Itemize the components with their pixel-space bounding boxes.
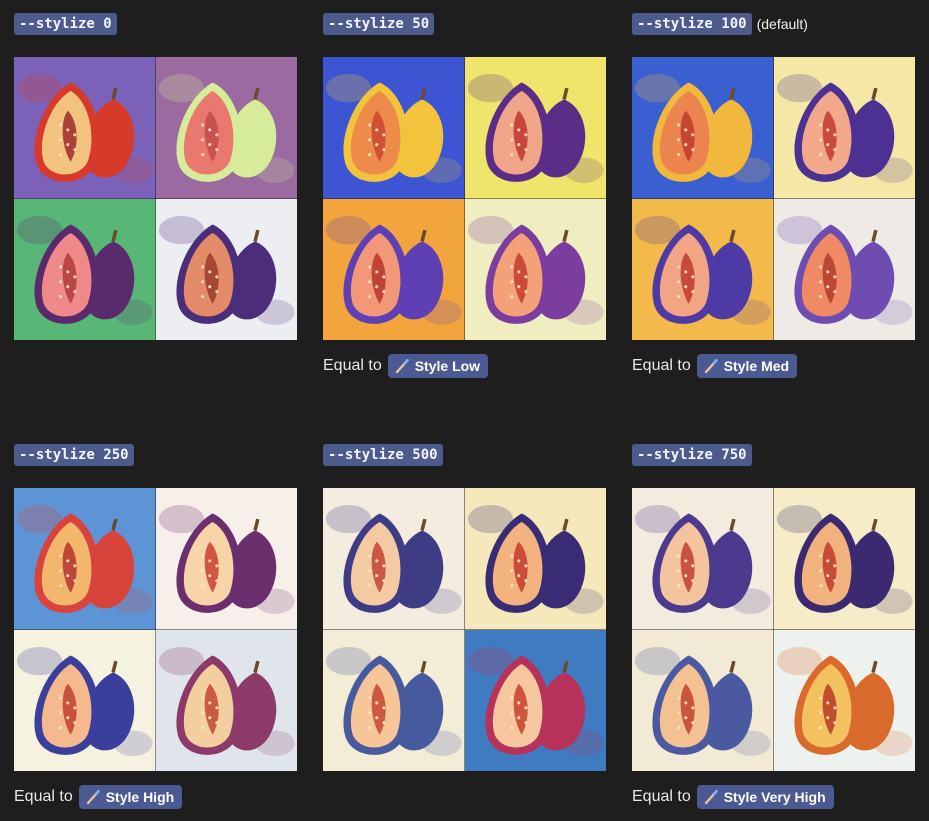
fig-image-3[interactable] <box>323 198 465 340</box>
equivalence-row: Equal to Style High <box>14 784 297 810</box>
fig-image-2[interactable] <box>155 488 297 630</box>
style-button-label: Style Very High <box>723 789 826 805</box>
stylize-param-code: --stylize 750 <box>632 444 752 466</box>
fig-image-3[interactable] <box>14 629 156 771</box>
fig-image-3[interactable] <box>632 629 774 771</box>
fig-image-3[interactable] <box>14 198 156 340</box>
fig-image-4[interactable] <box>464 198 606 340</box>
fig-image-2[interactable] <box>464 57 606 199</box>
panel-header: --stylize 250 <box>14 444 297 466</box>
panel-header: --stylize 100 (default) <box>632 13 915 35</box>
stylize-param-code: --stylize 0 <box>14 13 117 35</box>
default-note: (default) <box>756 16 808 32</box>
fig-image-1[interactable] <box>632 488 774 630</box>
fig-image-1[interactable] <box>14 488 156 630</box>
style-high-button[interactable]: Style High <box>78 785 183 809</box>
fig-image-1[interactable] <box>323 488 465 630</box>
equivalence-row: Equal to Style Low <box>323 353 606 379</box>
magic-wand-icon <box>703 789 719 805</box>
panel-header: --stylize 750 <box>632 444 915 466</box>
fig-image-2[interactable] <box>773 488 915 630</box>
fig-image-3[interactable] <box>323 629 465 771</box>
stylize-param-code: --stylize 50 <box>323 13 435 35</box>
fig-image-1[interactable] <box>14 57 156 199</box>
fig-image-4[interactable] <box>773 198 915 340</box>
stylize-param-code: --stylize 100 <box>632 13 752 35</box>
magic-wand-icon <box>703 358 719 374</box>
style-med-button[interactable]: Style Med <box>696 354 798 378</box>
image-grid[interactable] <box>323 488 606 771</box>
equivalence-row: Equal to Style Med <box>632 353 915 379</box>
style-low-button[interactable]: Style Low <box>387 354 489 378</box>
panel-stylize-100: --stylize 100 (default) Equal to Style M… <box>632 13 915 379</box>
fig-image-4[interactable] <box>155 198 297 340</box>
image-grid[interactable] <box>14 488 297 771</box>
panel-header: --stylize 50 <box>323 13 606 35</box>
fig-image-4[interactable] <box>773 629 915 771</box>
panel-stylize-250: --stylize 250 Equal to Style High <box>14 444 297 810</box>
panel-stylize-0: --stylize 0 <box>14 13 297 340</box>
panel-stylize-750: --stylize 750 Equal to Style Very High <box>632 444 915 810</box>
style-button-label: Style Low <box>414 358 481 374</box>
equal-to-label: Equal to <box>14 788 73 805</box>
style-very-high-button[interactable]: Style Very High <box>696 785 834 809</box>
image-grid[interactable] <box>632 488 915 771</box>
panel-stylize-50: --stylize 50 Equal to Style Low <box>323 13 606 379</box>
fig-image-1[interactable] <box>632 57 774 199</box>
equal-to-label: Equal to <box>323 357 382 374</box>
magic-wand-icon <box>85 789 101 805</box>
image-grid[interactable] <box>632 57 915 340</box>
fig-image-3[interactable] <box>632 198 774 340</box>
fig-image-4[interactable] <box>464 629 606 771</box>
equal-to-label: Equal to <box>632 788 691 805</box>
equal-to-label: Equal to <box>632 357 691 374</box>
style-button-label: Style Med <box>723 358 790 374</box>
panel-header: --stylize 500 <box>323 444 606 466</box>
panel-header: --stylize 0 <box>14 13 297 35</box>
fig-image-2[interactable] <box>464 488 606 630</box>
magic-wand-icon <box>394 358 410 374</box>
fig-image-2[interactable] <box>773 57 915 199</box>
image-grid[interactable] <box>323 57 606 340</box>
stylize-param-code: --stylize 500 <box>323 444 443 466</box>
fig-image-2[interactable] <box>155 57 297 199</box>
style-button-label: Style High <box>105 789 175 805</box>
panel-stylize-500: --stylize 500 <box>323 444 606 771</box>
fig-image-4[interactable] <box>155 629 297 771</box>
fig-image-1[interactable] <box>323 57 465 199</box>
stylize-param-code: --stylize 250 <box>14 444 134 466</box>
equivalence-row: Equal to Style Very High <box>632 784 915 810</box>
image-grid[interactable] <box>14 57 297 340</box>
